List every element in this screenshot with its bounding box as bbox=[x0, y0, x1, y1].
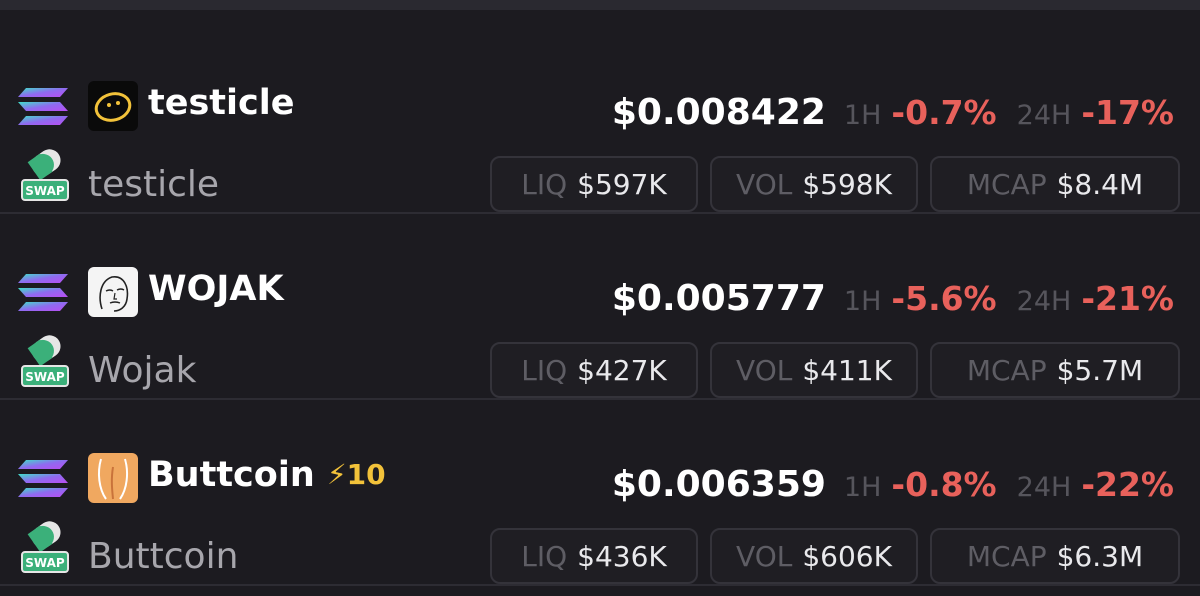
row-divider bbox=[0, 584, 1200, 586]
svg-text:SWAP: SWAP bbox=[25, 184, 65, 198]
token-name: Buttcoin bbox=[88, 536, 239, 577]
price-line: $0.008422 1H -0.7% 24H -17% bbox=[612, 92, 1174, 142]
volume-pill: VOL $598K bbox=[710, 156, 918, 212]
stats-pills: LIQ $427K VOL $411K MCAP $5.7M bbox=[490, 342, 1180, 398]
mcap-label: MCAP bbox=[966, 167, 1047, 201]
liq-label: LIQ bbox=[521, 539, 568, 573]
token-price: $0.006359 bbox=[611, 464, 826, 505]
liquidity-pill: LIQ $597K bbox=[490, 156, 698, 212]
liq-value: $597K bbox=[577, 167, 667, 201]
stats-pills: LIQ $597K VOL $598K MCAP $8.4M bbox=[490, 156, 1180, 212]
token-name: testicle bbox=[88, 164, 220, 205]
raydium-swap-icon: SWAP bbox=[21, 335, 69, 387]
testicle-logo bbox=[88, 81, 138, 131]
vol-value: $606K bbox=[802, 539, 892, 573]
mcap-label: MCAP bbox=[966, 539, 1047, 573]
solana-icon bbox=[18, 88, 68, 125]
buttcoin-logo bbox=[88, 453, 138, 503]
vol-label: VOL bbox=[736, 167, 793, 201]
24h-change: -17% bbox=[1081, 93, 1174, 132]
raydium-swap-icon: SWAP bbox=[21, 149, 69, 201]
price-line: $0.006359 1H -0.8% 24H -22% bbox=[612, 464, 1174, 514]
mcap-value: $5.7M bbox=[1056, 353, 1144, 387]
1h-change: -5.6% bbox=[891, 279, 997, 318]
vol-label: VOL bbox=[736, 353, 793, 387]
svg-text:SWAP: SWAP bbox=[25, 370, 65, 384]
24h-label: 24H bbox=[1016, 100, 1072, 131]
1h-label: 1H bbox=[843, 100, 882, 131]
token-row-wojak[interactable]: SWAP WOJAK Wojak $0.005777 1H -5.6% 24H … bbox=[0, 214, 1200, 400]
liq-label: LIQ bbox=[521, 167, 568, 201]
boost-badge: ⚡10 bbox=[327, 458, 386, 491]
mcap-pill: MCAP $5.7M bbox=[930, 342, 1180, 398]
token-symbol: WOJAK bbox=[148, 269, 284, 309]
svg-text:SWAP: SWAP bbox=[25, 556, 65, 570]
1h-change: -0.7% bbox=[891, 93, 997, 132]
mcap-value: $6.3M bbox=[1056, 539, 1144, 573]
token-row-testicle[interactable]: SWAP testicle testicle $0.008422 1H -0.7… bbox=[0, 28, 1200, 214]
mcap-value: $8.4M bbox=[1056, 167, 1144, 201]
mcap-pill: MCAP $8.4M bbox=[930, 156, 1180, 212]
token-price: $0.005777 bbox=[611, 278, 826, 319]
solana-icon bbox=[18, 274, 68, 311]
liq-value: $436K bbox=[577, 539, 667, 573]
top-divider bbox=[0, 0, 1200, 10]
raydium-swap-icon: SWAP bbox=[21, 521, 69, 573]
24h-label: 24H bbox=[1016, 286, 1072, 317]
24h-change: -22% bbox=[1081, 465, 1174, 504]
stats-pills: LIQ $436K VOL $606K MCAP $6.3M bbox=[490, 528, 1180, 584]
token-symbol: Buttcoin bbox=[148, 455, 315, 495]
mcap-pill: MCAP $6.3M bbox=[930, 528, 1180, 584]
1h-label: 1H bbox=[843, 472, 882, 503]
solana-icon bbox=[18, 460, 68, 497]
volume-pill: VOL $411K bbox=[710, 342, 918, 398]
volume-pill: VOL $606K bbox=[710, 528, 918, 584]
1h-label: 1H bbox=[843, 286, 882, 317]
1h-change: -0.8% bbox=[891, 465, 997, 504]
liquidity-pill: LIQ $427K bbox=[490, 342, 698, 398]
24h-label: 24H bbox=[1016, 472, 1072, 503]
token-symbol: testicle bbox=[148, 83, 295, 123]
liquidity-pill: LIQ $436K bbox=[490, 528, 698, 584]
token-price: $0.008422 bbox=[611, 92, 826, 133]
price-line: $0.005777 1H -5.6% 24H -21% bbox=[612, 278, 1174, 328]
vol-label: VOL bbox=[736, 539, 793, 573]
liq-value: $427K bbox=[577, 353, 667, 387]
token-name: Wojak bbox=[88, 350, 197, 391]
24h-change: -21% bbox=[1081, 279, 1174, 318]
vol-value: $411K bbox=[802, 353, 892, 387]
liq-label: LIQ bbox=[521, 353, 568, 387]
mcap-label: MCAP bbox=[966, 353, 1047, 387]
wojak-logo bbox=[88, 267, 138, 317]
token-row-buttcoin[interactable]: SWAP Buttcoin ⚡10 Buttcoin $0.006359 1H … bbox=[0, 400, 1200, 586]
vol-value: $598K bbox=[802, 167, 892, 201]
